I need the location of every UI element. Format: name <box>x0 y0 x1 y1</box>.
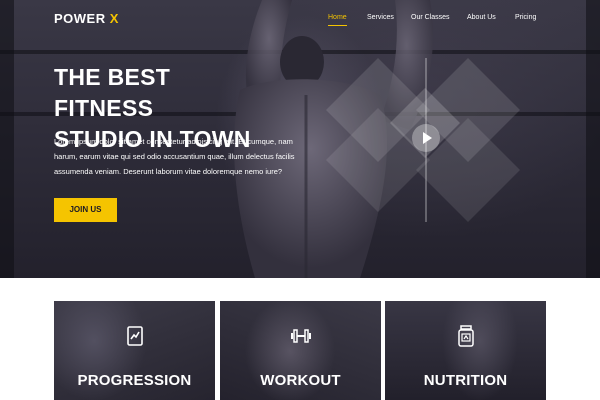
hero-section: POWER X Home Services Our Classes About … <box>0 0 600 278</box>
brand-name: POWER <box>54 11 106 26</box>
card-workout[interactable]: WORKOUT <box>220 301 381 400</box>
nav-item-label: Services <box>367 14 394 21</box>
brand-accent: X <box>109 11 119 26</box>
nav-item-services[interactable]: Services <box>367 14 394 21</box>
nav-item-about-us[interactable]: About Us <box>467 14 496 21</box>
top-navbar: POWER X Home Services Our Classes About … <box>0 0 600 38</box>
nav-item-label: Our Classes <box>411 14 450 21</box>
nav-item-label: About Us <box>467 14 496 21</box>
card-nutrition[interactable]: NUTRITION <box>385 301 546 400</box>
hero-intro-text: Lorem ipsum dolor sit amet consectetur a… <box>54 137 295 176</box>
nav-item-label: Home <box>328 14 347 21</box>
dumbbell-icon <box>291 329 311 343</box>
join-us-button[interactable]: JOIN US <box>54 198 117 222</box>
supplement-jar-icon <box>458 325 474 347</box>
headline-line-1: THE BEST FITNESS <box>54 64 171 121</box>
card-title: PROGRESSION <box>77 372 192 389</box>
brand-logo[interactable]: POWER X <box>54 11 119 26</box>
card-title: WORKOUT <box>260 372 341 389</box>
nav-item-our-classes[interactable]: Our Classes <box>411 14 450 21</box>
play-video-button[interactable] <box>412 124 440 152</box>
card-title: NUTRITION <box>423 372 508 389</box>
card-progression[interactable]: PROGRESSION <box>54 301 215 400</box>
chart-icon <box>127 326 143 346</box>
nav-item-home[interactable]: Home <box>328 14 347 26</box>
play-icon <box>423 132 432 144</box>
active-indicator <box>328 25 347 26</box>
nav-item-label: Pricing <box>515 14 537 21</box>
nav-item-pricing[interactable]: Pricing <box>515 14 536 21</box>
